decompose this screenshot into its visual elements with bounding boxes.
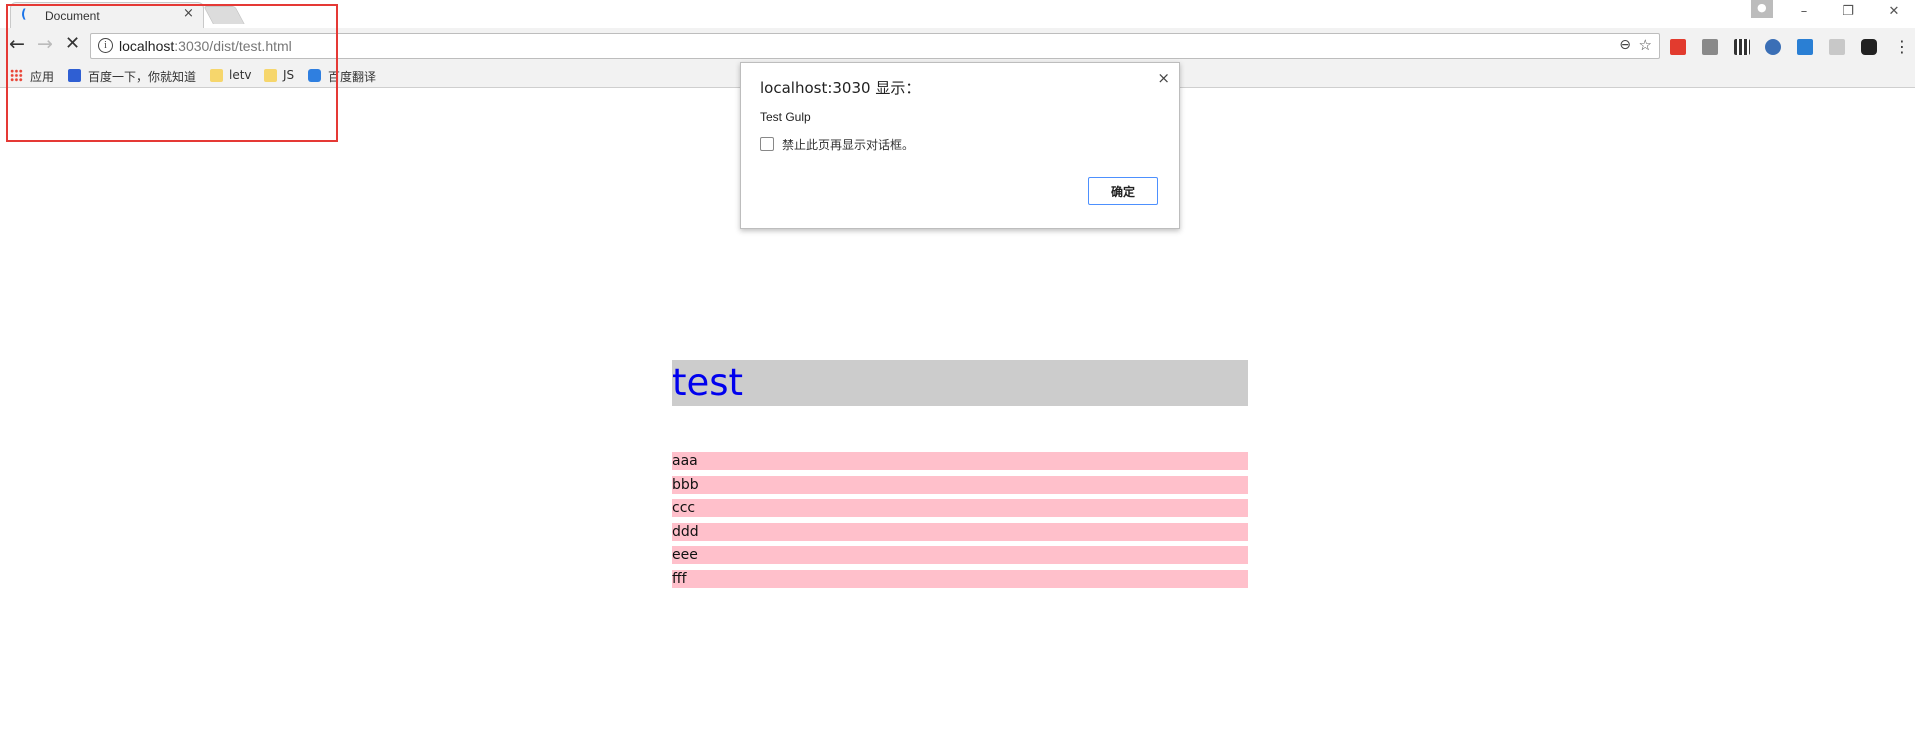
qr-code-icon[interactable] [1734, 39, 1750, 55]
item-list: aaa bbb ccc ddd eee fff [672, 452, 1248, 593]
list-item: bbb [672, 475, 1248, 494]
screenshot-icon[interactable] [1765, 39, 1781, 55]
highlight-annotation-box [6, 4, 338, 142]
page-heading: test [672, 360, 1248, 406]
fe-helper-icon[interactable] [1670, 39, 1686, 55]
bookmark-star-icon[interactable]: ☆ [1639, 36, 1652, 54]
alert-dialog: localhost:3030 显示： × Test Gulp 禁止此页再显示对话… [740, 62, 1180, 229]
reader-icon[interactable] [1829, 39, 1845, 55]
dialog-message: Test Gulp [760, 110, 811, 124]
suppress-dialogs-checkbox[interactable] [760, 137, 774, 151]
dialog-close-icon[interactable]: × [1157, 69, 1170, 87]
minimize-button[interactable]: – [1790, 4, 1818, 19]
list-item: fff [672, 569, 1248, 588]
restore-button[interactable]: ❐ [1834, 4, 1862, 19]
zoom-icon[interactable]: ⊖ [1619, 37, 1631, 53]
dialog-title: localhost:3030 显示： [760, 79, 921, 97]
profile-avatar-button[interactable]: ● [1751, 0, 1773, 18]
list-item: eee [672, 546, 1248, 564]
list-item: aaa [672, 452, 1248, 470]
list-item: ddd [672, 522, 1248, 541]
suppress-dialogs-label[interactable]: 禁止此页再显示对话框。 [782, 136, 914, 153]
person-icon: ● [1757, 1, 1767, 14]
menu-kebab-icon[interactable]: ⋮ [1894, 36, 1910, 58]
close-window-button[interactable]: ✕ [1880, 4, 1908, 19]
list-item: ccc [672, 499, 1248, 517]
ok-button[interactable]: 确定 [1088, 177, 1158, 205]
jd-icon[interactable] [1702, 39, 1718, 55]
s-extension-icon[interactable] [1797, 39, 1813, 55]
tampermonkey-icon[interactable] [1861, 39, 1877, 55]
